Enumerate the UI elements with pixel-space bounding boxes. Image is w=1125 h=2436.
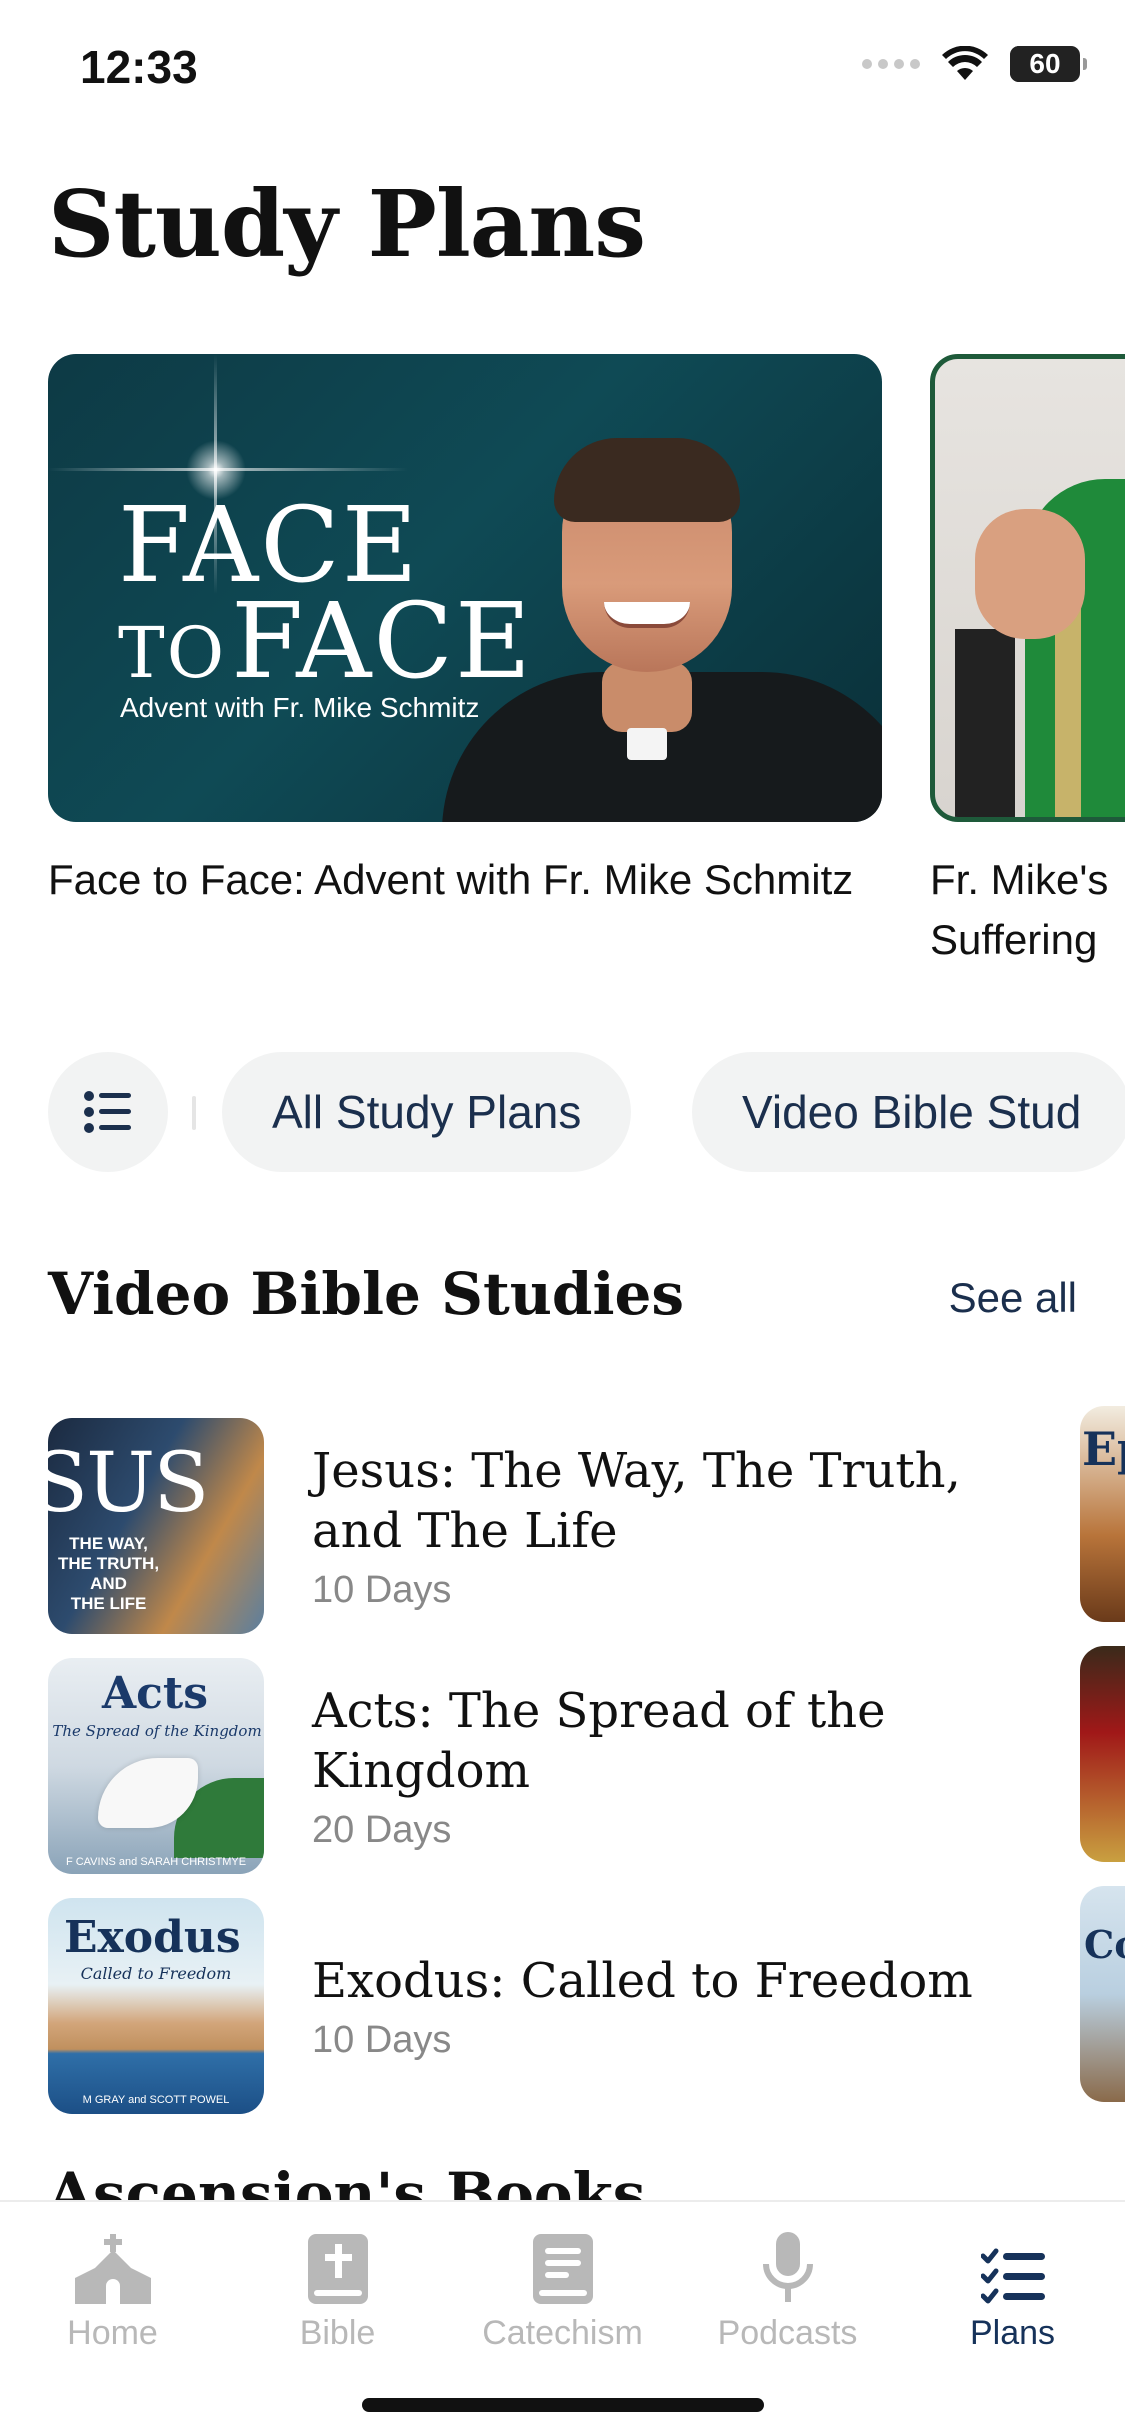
- filter-pill-all-study-plans[interactable]: All Study Plans: [222, 1052, 632, 1172]
- thumbnail-art-title: SUS: [48, 1436, 209, 1531]
- microphone-icon: [762, 2232, 813, 2302]
- featured-card-face-to-face[interactable]: FACE TO FACE Advent with Fr. Mike Schmit…: [48, 354, 882, 910]
- tab-podcasts[interactable]: Podcasts: [675, 2230, 900, 2353]
- tab-label: Plans: [969, 2314, 1056, 2352]
- study-title: Jesus: The Way, The Truth, and The Life: [312, 1442, 961, 1559]
- filter-row: All Study Plans Video Bible Stud: [48, 1052, 1125, 1174]
- tab-catechism[interactable]: Catechism: [450, 2230, 675, 2353]
- study-thumbnail-peek[interactable]: [1080, 1646, 1125, 1862]
- battery-icon: 60: [1010, 46, 1087, 82]
- study-title: Acts: The Spread of the Kingdom: [312, 1682, 886, 1799]
- list-filter-icon: [84, 1091, 131, 1133]
- study-duration: 10 Days: [312, 1568, 452, 1611]
- list-item[interactable]: Exodus Called to Freedom M GRAY and SCOT…: [48, 1886, 1078, 2126]
- list-item[interactable]: Acts The Spread of the Kingdom F CAVINS …: [48, 1646, 1078, 1886]
- tab-label: Bible: [299, 2314, 376, 2352]
- bible-icon: [307, 2234, 368, 2304]
- list-item[interactable]: SUS THE WAY, THE TRUTH, AND THE LIFE Jes…: [48, 1406, 1078, 1646]
- study-thumbnail[interactable]: SUS THE WAY, THE TRUTH, AND THE LIFE: [48, 1418, 264, 1634]
- filter-pill-video-bible-studies[interactable]: Video Bible Stud: [692, 1052, 1125, 1172]
- study-duration: 10 Days: [312, 2018, 452, 2061]
- status-time: 12:33: [80, 41, 198, 93]
- study-thumbnail[interactable]: Exodus Called to Freedom M GRAY and SCOT…: [48, 1898, 264, 2114]
- thumbnail-art-title: Acts: [102, 1668, 209, 1719]
- study-thumbnail-peek[interactable]: Ep: [1080, 1406, 1125, 1622]
- study-duration: 20 Days: [312, 1808, 452, 1851]
- thumbnail-art-subtitle: THE WAY, THE TRUTH, AND THE LIFE: [58, 1534, 160, 1613]
- priest-portrait: [422, 402, 882, 822]
- battery-level: 60: [1029, 48, 1061, 79]
- thumbnail-art-title: Exodus: [64, 1912, 241, 1963]
- study-thumbnail-peek[interactable]: Co: [1080, 1886, 1125, 2102]
- thumbnail-art-subtitle: Called to Freedom: [80, 1964, 232, 1983]
- featured-card-suffering[interactable]: Fr. Mike's Suffering: [930, 354, 1125, 970]
- featured-card-image[interactable]: FACE TO FACE Advent with Fr. Mike Schmit…: [48, 354, 882, 822]
- featured-carousel[interactable]: FACE TO FACE Advent with Fr. Mike Schmit…: [48, 354, 1125, 974]
- featured-card-caption[interactable]: Face to Face: Advent with Fr. Mike Schmi…: [48, 850, 882, 910]
- thumbnail-art-subtitle: The Spread of the Kingdom: [52, 1722, 262, 1740]
- status-icons: 60: [862, 46, 1087, 82]
- featured-card-caption[interactable]: Fr. Mike's Suffering: [930, 850, 1125, 970]
- page-title: Study Plans: [48, 170, 646, 278]
- checklist-icon: [980, 2248, 1045, 2304]
- book-icon: [532, 2234, 593, 2304]
- filter-list-button[interactable]: [48, 1052, 168, 1172]
- status-bar: 12:33 60: [0, 0, 1125, 140]
- home-indicator[interactable]: [362, 2398, 764, 2412]
- see-all-link[interactable]: See all: [949, 1274, 1077, 1322]
- cellular-signal-icon: [862, 59, 920, 69]
- tab-label: Home: [67, 2314, 158, 2352]
- section-title: Video Bible Studies: [48, 1260, 685, 1328]
- thumbnail-art-authors: M GRAY and SCOTT POWEL: [82, 2094, 230, 2106]
- church-icon: [74, 2234, 151, 2304]
- study-list: SUS THE WAY, THE TRUTH, AND THE LIFE Jes…: [48, 1406, 1078, 2126]
- tab-bible[interactable]: Bible: [225, 2230, 450, 2353]
- tab-label: Podcasts: [717, 2314, 858, 2352]
- study-thumbnail[interactable]: Acts The Spread of the Kingdom F CAVINS …: [48, 1658, 264, 1874]
- tab-plans[interactable]: Plans: [900, 2230, 1125, 2353]
- featured-card-image[interactable]: [930, 354, 1125, 822]
- tab-label: Catechism: [482, 2314, 643, 2352]
- next-column-peek: Ep Co: [1080, 1406, 1125, 2126]
- thumbnail-art-authors: F CAVINS and SARAH CHRISTMYE: [65, 1856, 247, 1868]
- tab-home[interactable]: Home: [0, 2230, 225, 2353]
- wifi-icon: [942, 46, 988, 80]
- filter-divider: [192, 1096, 196, 1130]
- study-title: Exodus: Called to Freedom: [312, 1952, 973, 2009]
